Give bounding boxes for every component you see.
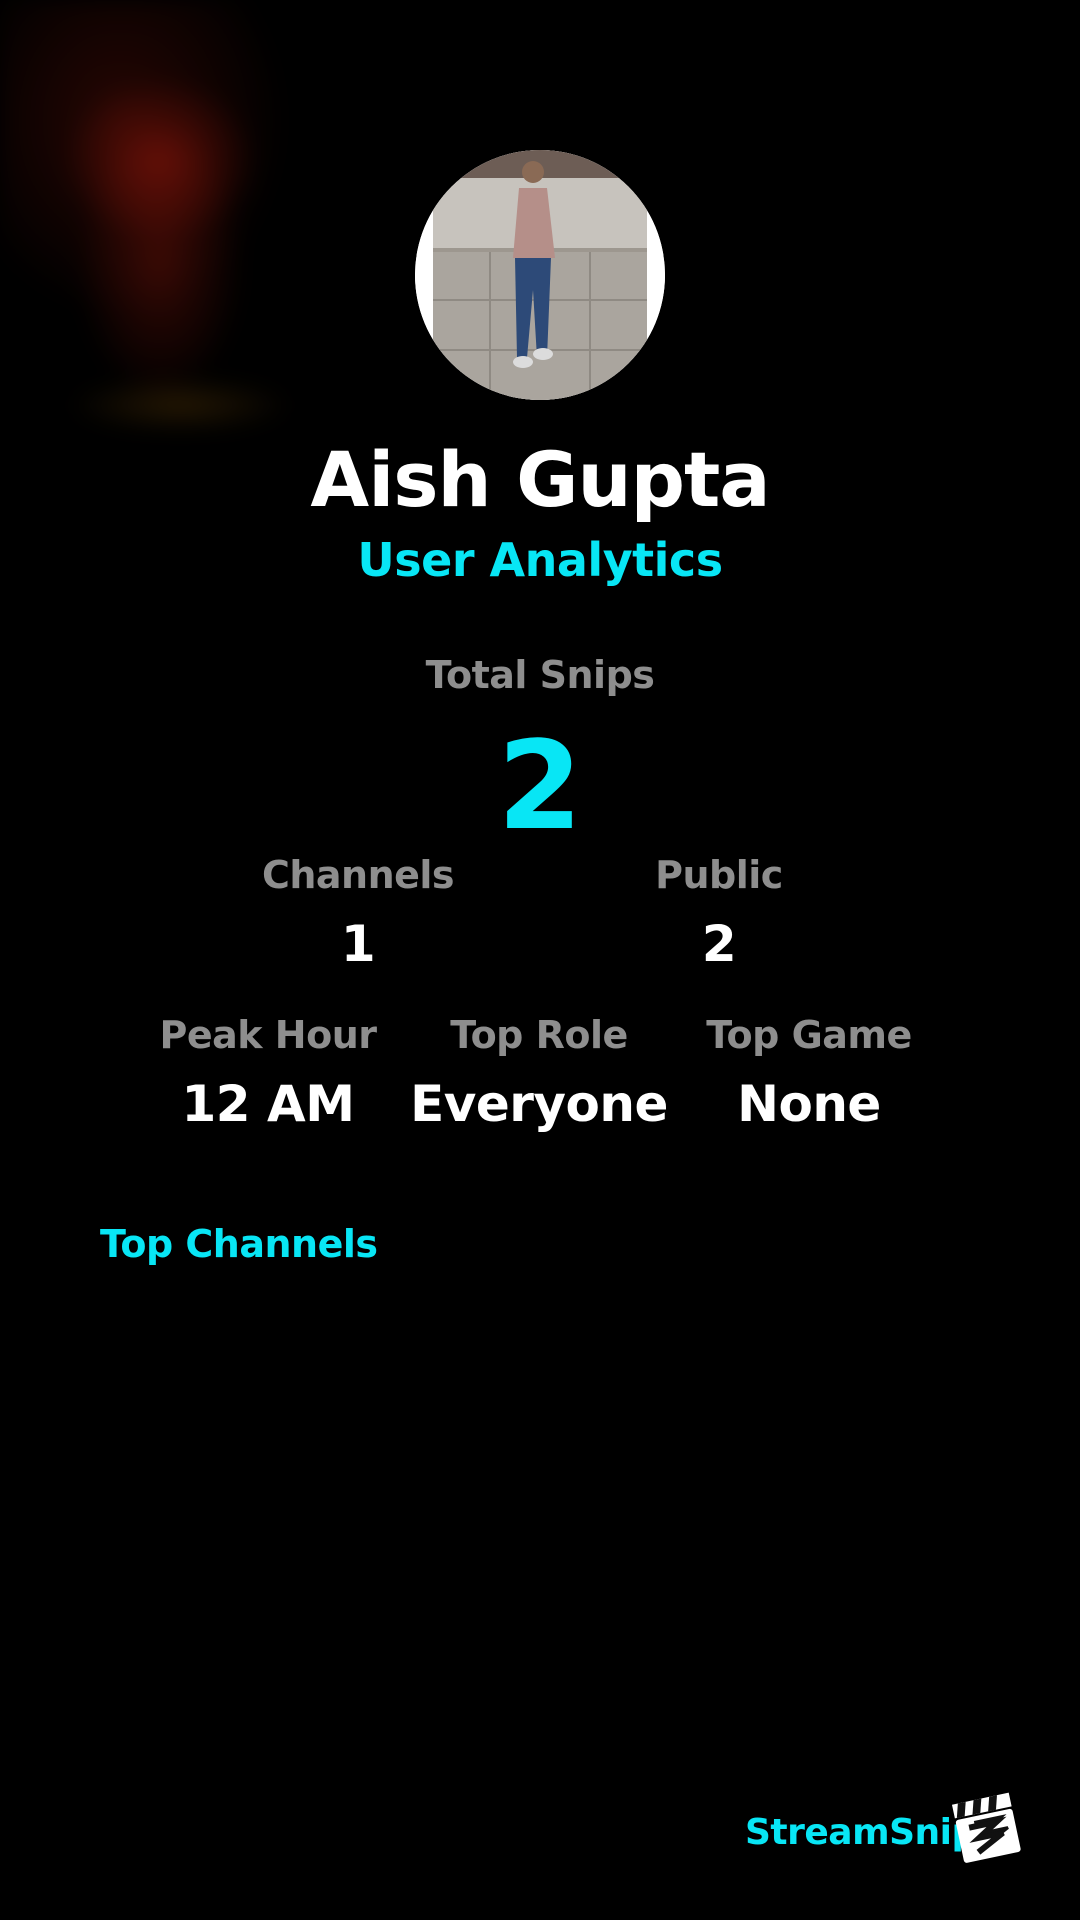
stat-label: Top Game xyxy=(706,1013,912,1057)
top-channels-title: Top Channels xyxy=(100,1222,378,1266)
stat-label: Channels xyxy=(261,853,455,897)
total-snips-label: Total Snips xyxy=(425,653,655,697)
stat-value: 12 AM xyxy=(181,1075,355,1133)
brand-name: StreamSnip xyxy=(745,1812,977,1853)
profile-name: Aish Gupta xyxy=(310,435,770,524)
stat-label: Public xyxy=(655,853,783,897)
stat-channels: Channels 1 xyxy=(261,853,455,973)
stat-value: 1 xyxy=(340,915,376,973)
stat-label: Peak Hour xyxy=(159,1013,377,1057)
page-subtitle: User Analytics xyxy=(357,533,723,587)
stat-top-game: Top Game None xyxy=(706,1013,912,1133)
total-snips-value: 2 xyxy=(497,715,583,857)
avatar xyxy=(415,150,665,400)
background-blur xyxy=(0,0,400,500)
stat-value: Everyone xyxy=(410,1075,668,1133)
stat-peak-hour: Peak Hour 12 AM xyxy=(160,1013,377,1133)
stat-public: Public 2 xyxy=(655,853,783,973)
stat-top-role: Top Role Everyone xyxy=(410,1013,668,1133)
clapperboard-icon xyxy=(950,1790,1025,1865)
stat-value: None xyxy=(737,1075,881,1133)
stat-label: Top Role xyxy=(450,1013,628,1057)
stat-value: 2 xyxy=(701,915,737,973)
